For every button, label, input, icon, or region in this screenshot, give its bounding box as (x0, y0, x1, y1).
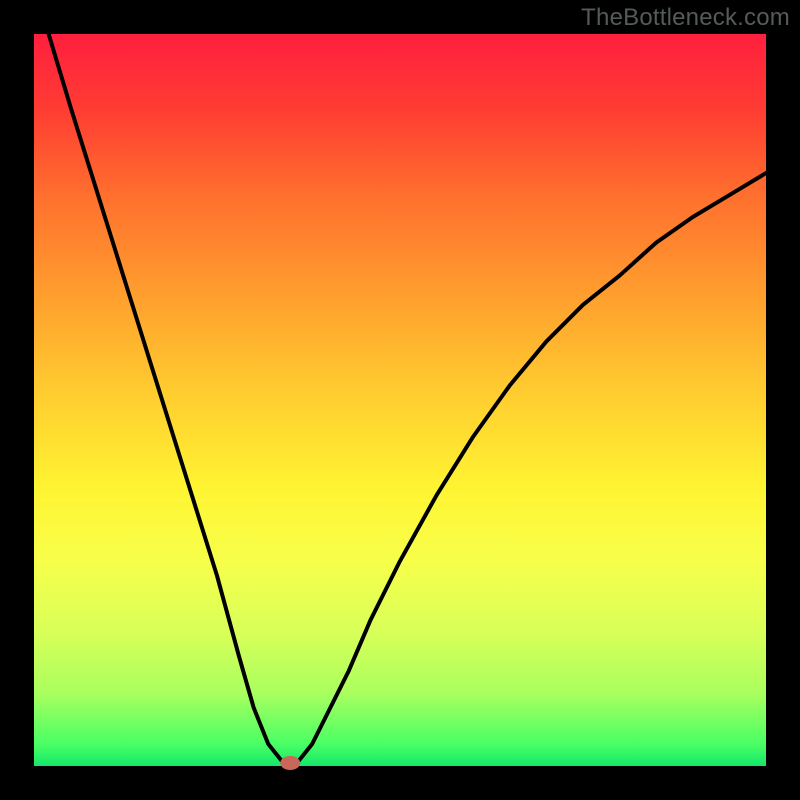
min-marker-dot (280, 756, 300, 770)
plot-area (34, 34, 766, 766)
curve-svg (34, 34, 766, 766)
bottleneck-curve (49, 34, 766, 766)
chart-frame: TheBottleneck.com (0, 0, 800, 800)
watermark-text: TheBottleneck.com (581, 4, 790, 32)
